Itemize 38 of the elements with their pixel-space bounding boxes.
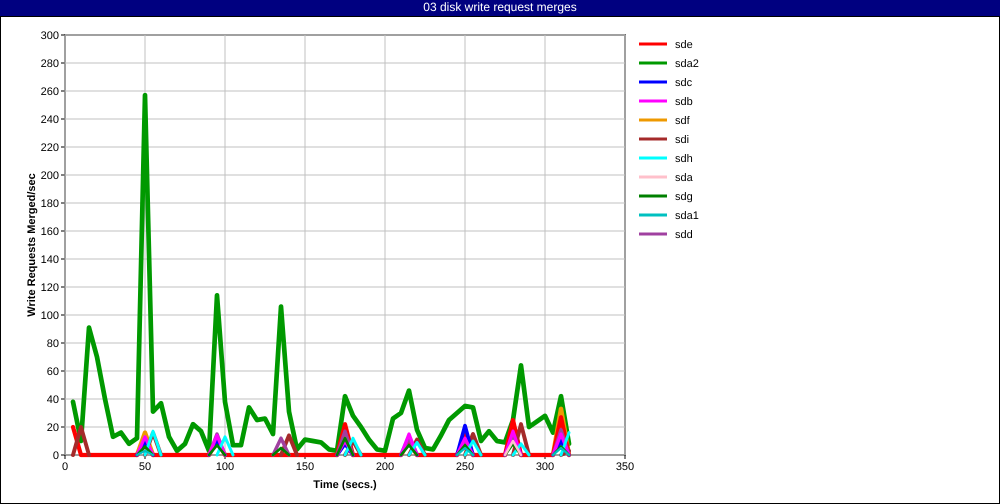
y-tick-label: 300: [40, 30, 59, 42]
legend-label: sdi: [675, 134, 690, 146]
x-axis-label: Time (secs.): [313, 479, 377, 491]
legend-label: sdg: [675, 191, 693, 203]
y-tick-label: 80: [46, 338, 59, 350]
x-tick-label: 250: [456, 461, 474, 473]
y-tick-label: 140: [40, 254, 59, 266]
y-tick-label: 40: [46, 394, 59, 406]
x-tick-label: 200: [376, 461, 394, 473]
y-tick-label: 200: [40, 170, 59, 182]
legend-label: sde: [675, 39, 693, 51]
window-title: 03 disk write request merges: [0, 0, 1000, 16]
x-tick-label: 0: [62, 461, 68, 473]
y-tick-label: 20: [46, 422, 59, 434]
x-tick-label: 150: [296, 461, 314, 473]
y-tick-label: 120: [40, 282, 59, 294]
y-tick-label: 280: [40, 58, 59, 70]
y-tick-label: 240: [40, 114, 59, 126]
y-tick-label: 160: [40, 226, 59, 238]
legend-label: sda1: [675, 210, 699, 222]
y-tick-label: 260: [40, 86, 59, 98]
y-axis-label: Write Requests Merged/sec: [26, 173, 38, 317]
legend-label: sdb: [675, 96, 693, 108]
y-tick-label: 180: [40, 198, 59, 210]
y-tick-label: 100: [40, 310, 59, 322]
x-tick-label: 100: [216, 461, 234, 473]
legend-label: sdf: [675, 115, 690, 127]
x-tick-label: 50: [138, 461, 152, 473]
legend-label: sdd: [675, 229, 693, 241]
y-tick-label: 0: [52, 450, 59, 462]
x-tick-label: 350: [616, 461, 634, 473]
y-tick-label: 220: [40, 142, 59, 154]
legend-label: sdh: [675, 153, 693, 165]
y-tick-label: 60: [46, 366, 59, 378]
legend-label: sda: [675, 172, 693, 184]
x-tick-label: 300: [536, 461, 554, 473]
legend-label: sda2: [675, 58, 699, 70]
legend-label: sdc: [675, 77, 692, 89]
